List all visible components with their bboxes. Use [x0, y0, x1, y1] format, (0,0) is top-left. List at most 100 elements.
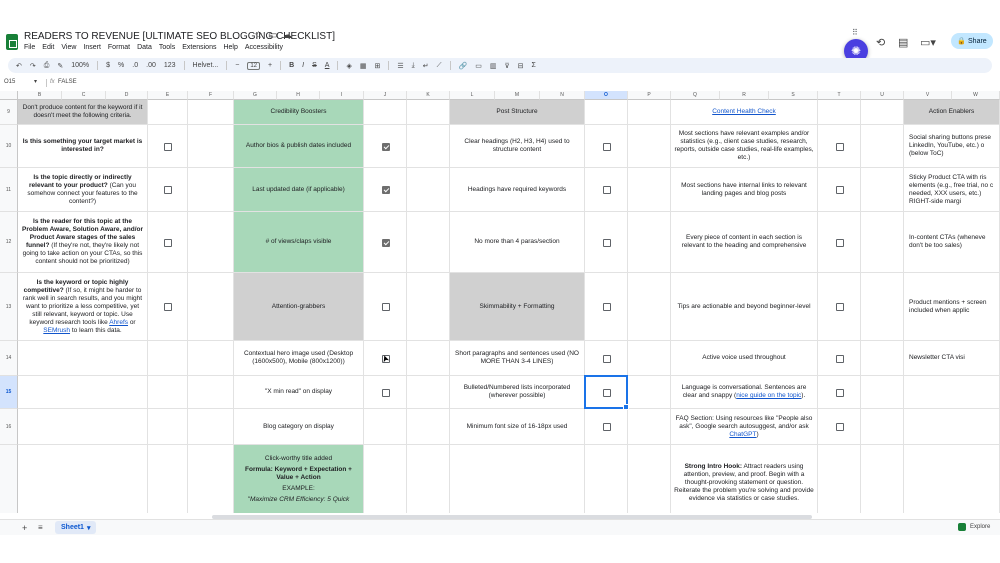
chevron-down-icon[interactable]: ▾ — [34, 78, 37, 85]
health-cell[interactable]: Most sections have internal links to rel… — [671, 168, 818, 212]
health-checkbox[interactable] — [835, 423, 844, 431]
semrush-link[interactable]: SEMrush — [43, 327, 70, 334]
structure-cell[interactable]: Skimmability + Formatting — [450, 273, 585, 341]
empty-cell[interactable] — [861, 445, 904, 513]
empty-cell[interactable] — [861, 409, 904, 445]
credibility-cell[interactable]: Click-worthy title added Formula: Keyword… — [234, 445, 364, 513]
keyword-question-cell[interactable]: Is the keyword or topic highly competiti… — [18, 273, 148, 341]
column-header[interactable]: O — [585, 91, 628, 100]
merge-cells-icon[interactable]: ⊞ — [374, 62, 380, 70]
empty-cell[interactable] — [628, 376, 671, 409]
action-cell[interactable]: Sticky Product CTA with ris elements (e.… — [904, 168, 1000, 212]
column-header[interactable]: F — [188, 91, 234, 100]
structure-cell[interactable]: No more than 4 paras/section — [450, 212, 585, 273]
font-size-decrease-icon[interactable]: − — [235, 62, 239, 69]
add-sheet-icon[interactable]: + — [22, 523, 27, 533]
keyword-question-cell[interactable] — [18, 445, 148, 513]
credibility-checkbox[interactable] — [381, 388, 390, 397]
column-header[interactable]: V — [904, 91, 952, 100]
empty-cell[interactable] — [407, 273, 450, 341]
credibility-checkbox[interactable] — [381, 142, 390, 151]
credibility-header[interactable]: Credibility Boosters — [234, 100, 364, 125]
column-header[interactable]: K — [407, 91, 450, 100]
structure-cell[interactable] — [450, 445, 585, 513]
column-header[interactable]: M — [495, 91, 540, 100]
font-size-input[interactable]: 12 — [247, 61, 261, 70]
keyword-question-cell[interactable]: Is this something your target market is … — [18, 125, 148, 168]
share-button[interactable]: 🔒 Share — [951, 33, 993, 49]
empty-cell[interactable] — [188, 212, 234, 273]
empty-cell[interactable] — [407, 445, 450, 513]
content-health-header[interactable]: Content Health Check — [671, 100, 818, 125]
column-header[interactable]: H — [277, 91, 320, 100]
menu-extensions[interactable]: Extensions — [182, 44, 216, 51]
health-cell[interactable]: Tips are actionable and beyond beginner-… — [671, 273, 818, 341]
credibility-cell[interactable]: Contextual hero image used (Desktop (160… — [234, 341, 364, 376]
structure-cell[interactable]: Bulleted/Numbered lists incorporated (wh… — [450, 376, 585, 409]
print-icon[interactable]: ⎙ — [44, 62, 50, 70]
checkbox-cell[interactable] — [148, 341, 188, 376]
menu-tools[interactable]: Tools — [159, 44, 175, 51]
menu-help[interactable]: Help — [223, 44, 237, 51]
strikethrough-icon[interactable]: S — [312, 62, 317, 69]
empty-cell[interactable] — [188, 168, 234, 212]
credibility-checkbox[interactable] — [381, 186, 390, 194]
empty-cell[interactable] — [861, 376, 904, 409]
explore-button[interactable]: Explore — [958, 523, 990, 531]
functions-icon[interactable]: Σ — [532, 62, 536, 69]
column-header[interactable]: J — [364, 91, 407, 100]
credibility-cell[interactable]: Last updated date (if applicable) — [234, 168, 364, 212]
menu-file[interactable]: File — [24, 44, 35, 51]
insert-comment-icon[interactable]: ▭ — [475, 62, 482, 70]
structure-cell[interactable]: Headings have required keywords — [450, 168, 585, 212]
empty-cell[interactable] — [188, 100, 234, 125]
empty-cell[interactable] — [628, 125, 671, 168]
all-sheets-icon[interactable]: ≡ — [38, 523, 43, 532]
structure-checkbox[interactable] — [602, 423, 611, 431]
action-cell[interactable]: Social sharing buttons prese LinkedIn, Y… — [904, 125, 1000, 168]
select-all-corner[interactable] — [0, 91, 18, 100]
checkbox-cell[interactable] — [148, 409, 188, 445]
empty-cell[interactable] — [407, 409, 450, 445]
empty-cell[interactable] — [407, 341, 450, 376]
guide-link[interactable]: nice guide on the topic — [736, 392, 801, 399]
row-header[interactable]: 12 — [0, 212, 18, 273]
health-cell[interactable]: FAQ Section: Using resources like "Peopl… — [671, 409, 818, 445]
ahrefs-link[interactable]: Ahrefs — [109, 319, 128, 326]
keyword-question-cell[interactable]: Is the reader for this topic at the Prob… — [18, 212, 148, 273]
credibility-cell[interactable]: "X min read" on display — [234, 376, 364, 409]
column-header[interactable]: E — [148, 91, 188, 100]
keyword-checkbox[interactable] — [164, 238, 172, 247]
italic-icon[interactable]: I — [302, 62, 304, 69]
checkbox-cell[interactable] — [585, 445, 628, 513]
empty-cell[interactable] — [628, 212, 671, 273]
menu-edit[interactable]: Edit — [42, 44, 54, 51]
column-header[interactable]: Q — [671, 91, 720, 100]
column-header[interactable]: N — [540, 91, 585, 100]
vertical-align-icon[interactable]: ⤓ — [412, 62, 415, 70]
structure-cell[interactable]: Short paragraphs and sentences used (NO … — [450, 341, 585, 376]
empty-cell[interactable] — [188, 409, 234, 445]
text-color-icon[interactable]: A — [325, 62, 330, 69]
empty-cell[interactable] — [628, 341, 671, 376]
empty-cell[interactable] — [407, 212, 450, 273]
keyword-checkbox[interactable] — [164, 142, 172, 151]
column-header[interactable]: G — [234, 91, 277, 100]
health-checkbox[interactable] — [835, 142, 844, 151]
health-checkbox[interactable] — [835, 238, 844, 247]
column-header[interactable]: L — [450, 91, 495, 100]
empty-cell[interactable] — [861, 273, 904, 341]
redo-icon[interactable]: ↷ — [30, 62, 36, 70]
row-header[interactable]: 9 — [0, 100, 18, 125]
health-checkbox[interactable] — [835, 303, 844, 311]
credibility-cell[interactable]: Author bios & publish dates included — [234, 125, 364, 168]
empty-cell[interactable] — [148, 100, 188, 125]
action-cell[interactable] — [904, 409, 1000, 445]
empty-cell[interactable] — [407, 125, 450, 168]
chatgpt-link[interactable]: ChatGPT — [729, 431, 756, 438]
column-header[interactable]: S — [769, 91, 818, 100]
row-header[interactable]: 14 — [0, 341, 18, 376]
number-format-button[interactable]: 123 — [164, 62, 176, 69]
structure-checkbox[interactable] — [602, 238, 611, 247]
structure-checkbox[interactable] — [602, 303, 611, 311]
